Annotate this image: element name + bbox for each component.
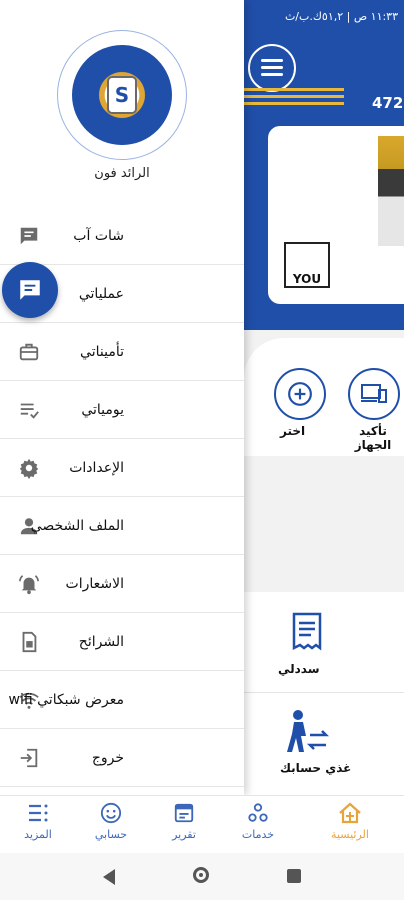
menu-item-wifi-networks[interactable]: معرض شبكاتي wifi: [0, 671, 244, 729]
list-check-icon: [20, 403, 39, 419]
active-menu-indicator[interactable]: [2, 262, 58, 318]
nav-services[interactable]: خدمات: [228, 802, 288, 841]
smiley-icon: [100, 802, 122, 824]
menu-item-diary[interactable]: يومياتي: [0, 381, 244, 439]
menu-line-icon: [261, 73, 283, 76]
nav-home[interactable]: الرئيسية: [320, 802, 380, 841]
menu-item-chat-up[interactable]: شات آب: [0, 207, 244, 265]
menu-item-label: الشرائح: [78, 633, 124, 650]
transfer-person-icon: [287, 710, 330, 752]
logout-icon: [20, 748, 38, 767]
menu-item-label: يومياتي: [81, 401, 124, 418]
service-label-top-up: غذي حسابك: [280, 761, 352, 775]
chat-icon: [20, 280, 40, 300]
menu-item-label: تأميناتي: [80, 343, 124, 360]
menu-line-icon: [261, 66, 283, 69]
menu-item-logout[interactable]: خروج: [0, 729, 244, 787]
menu-item-label: الاشعارات: [65, 575, 124, 592]
quick-label-add: اختر: [280, 424, 306, 438]
status-bar: ١١:٣٣ ص | ٥١,٢ك.ب/ث: [285, 10, 398, 23]
nav-more[interactable]: المزيد: [8, 802, 68, 841]
receipt-icon: [292, 612, 322, 651]
header-stripe: [244, 102, 344, 105]
plus-circle-icon: [288, 382, 312, 406]
chat-icon: [20, 227, 38, 244]
menu-button[interactable]: [248, 44, 296, 92]
bell-icon: [19, 574, 39, 594]
quick-label-confirm-device: تأكيد الجهاز: [354, 424, 392, 452]
menu-item-label: عملياتي: [78, 285, 124, 302]
home-icon: [339, 802, 361, 824]
drawer-app-name: الرائد فون: [94, 166, 150, 181]
menu-item-label: الملف الشخصي: [30, 517, 124, 534]
service-label-pay-bill: سددلي: [278, 662, 320, 676]
app-logo: S: [57, 30, 187, 160]
promo-you-badge: YOU: [284, 242, 330, 288]
menu-item-label: معرض شبكاتي wifi: [8, 691, 125, 708]
nav-report[interactable]: تقرير: [154, 802, 214, 841]
device-icon: [361, 384, 387, 403]
logo-phone-icon: S: [107, 76, 137, 114]
logo-emblem: S: [72, 45, 172, 145]
briefcase-icon: [19, 343, 39, 360]
sim-icon: [22, 631, 37, 652]
menu-item-insurance[interactable]: تأميناتي: [0, 323, 244, 381]
nav-account[interactable]: حسابي: [81, 802, 141, 841]
menu-line-icon: [261, 59, 283, 62]
confirm-device-button[interactable]: [348, 368, 400, 420]
nav-label: خدمات: [241, 828, 275, 841]
gear-icon: [19, 458, 39, 479]
menu-item-sims[interactable]: الشرائح: [0, 613, 244, 671]
system-home-icon[interactable]: [193, 867, 209, 883]
nav-label: تقرير: [172, 828, 196, 841]
system-recents-icon[interactable]: [287, 869, 301, 883]
nav-label: حسابي: [94, 828, 128, 841]
menu-item-notifications[interactable]: الاشعارات: [0, 555, 244, 613]
nav-label: المزيد: [24, 828, 52, 841]
service-card-partial[interactable]: [378, 592, 404, 693]
promo-banner[interactable]: YOU: [268, 126, 404, 304]
quick-actions: اختر تأكيد الجهاز: [244, 338, 404, 456]
menu-item-settings[interactable]: الإعدادات: [0, 439, 244, 497]
more-icon: [29, 804, 48, 822]
service-pay-bill[interactable]: سددلي: [244, 592, 379, 693]
menu-item-label: الإعدادات: [69, 459, 124, 476]
status-text: ١١:٣٣ ص | ٥١,٢ك.ب/ث: [284, 10, 398, 23]
service-top-up[interactable]: غذي حسابك: [244, 693, 379, 796]
balance-value: 472,: [372, 94, 404, 112]
menu-item-profile[interactable]: الملف الشخصي: [0, 497, 244, 555]
menu-item-label: شات آب: [73, 227, 124, 244]
header-stripe: [244, 95, 344, 98]
menu-item-label: خروج: [91, 749, 124, 766]
services-icon: [248, 803, 268, 822]
service-card-partial[interactable]: [378, 693, 404, 796]
promo-image: [378, 136, 404, 246]
nav-label: الرئيسية: [331, 828, 369, 841]
add-quick-button[interactable]: [274, 368, 326, 420]
report-icon: [174, 803, 194, 823]
system-back-icon[interactable]: [103, 869, 115, 885]
navigation-drawer: S الرائد فون شات آب عملياتي تأميناتي يوم…: [0, 0, 244, 795]
system-nav-bar: [0, 853, 404, 900]
header-stripe: [244, 88, 344, 91]
bottom-navigation: المزيد حسابي تقرير خدمات الرئيسية: [0, 795, 404, 854]
